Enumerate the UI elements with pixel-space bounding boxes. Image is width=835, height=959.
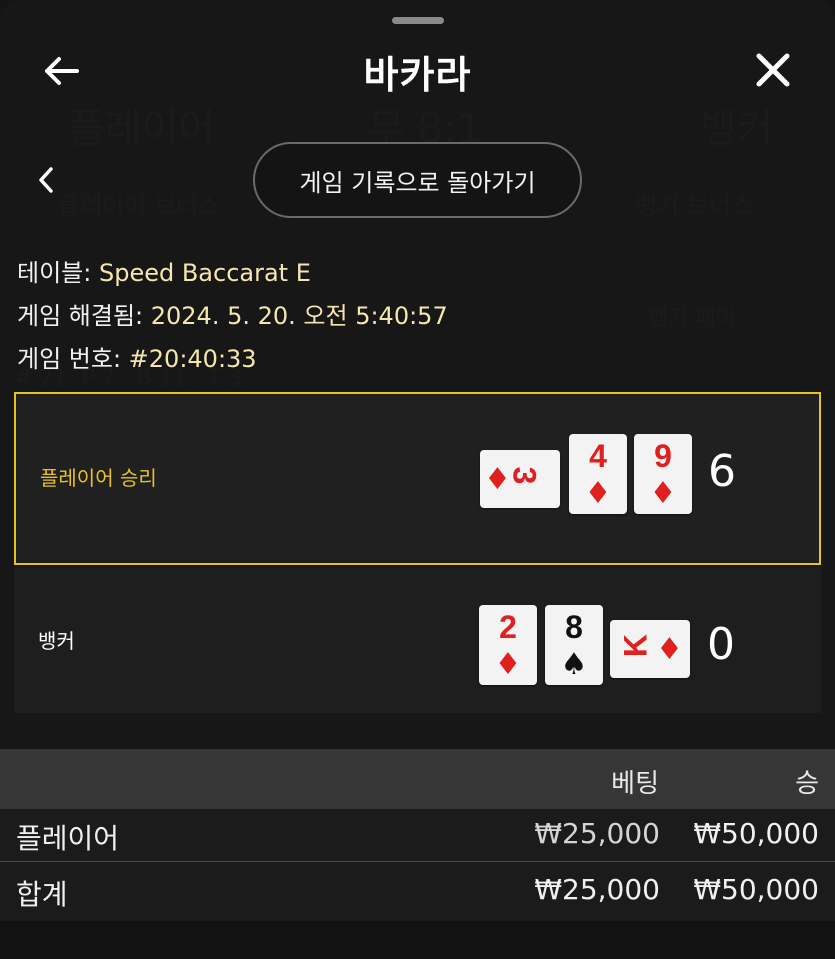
bet-amount: ₩25,000 <box>534 817 660 850</box>
total-row: 합계 ₩25,000 ₩50,000 <box>0 861 835 921</box>
player-card-1: ♦ 3 <box>480 450 560 508</box>
table-info-label: 테이블: <box>17 259 99 287</box>
player-result-row: 플레이어 승리 ♦ 3 4 ♦ 9 ♦ 6 <box>14 392 821 565</box>
game-number-label: 게임 번호: <box>17 345 129 373</box>
banker-score: 0 <box>707 619 735 670</box>
card-rank: 4 <box>589 438 607 474</box>
card-rank: 9 <box>654 438 672 474</box>
banker-card-1: 2 ♦ <box>479 605 537 685</box>
banker-label: 뱅커 <box>38 629 75 653</box>
card-rank: 8 <box>565 609 583 645</box>
game-number-value: #20:40:33 <box>128 345 257 373</box>
close-icon[interactable] <box>750 47 796 93</box>
card-suit: ♦ <box>656 632 683 667</box>
player-card-3: 9 ♦ <box>634 434 692 514</box>
card-suit: ♠ <box>560 647 588 682</box>
card-suit: ♦ <box>649 476 677 511</box>
bets-table-header: 베팅 승 <box>0 749 835 809</box>
page-title: 바카라 <box>363 53 472 97</box>
resolved-info-value: 2024. 5. 20. 오전 5:40:57 <box>150 302 448 330</box>
sheet-drag-handle[interactable] <box>392 17 444 24</box>
win-column-header: 승 <box>795 769 819 799</box>
game-result-sheet: 바카라 게임 기록으로 돌아가기 테이블: Speed Baccarat E 게… <box>0 0 835 959</box>
win-amount: ₩50,000 <box>693 817 819 850</box>
card-suit: ♦ <box>584 476 612 511</box>
resolved-info: 게임 해결됨: 2024. 5. 20. 오전 5:40:57 <box>17 296 448 331</box>
card-rank: K <box>617 633 654 658</box>
table-info-value: Speed Baccarat E <box>98 259 311 287</box>
back-to-history-button[interactable]: 게임 기록으로 돌아가기 <box>253 142 582 218</box>
table-row: 플레이어 ₩25,000 ₩50,000 <box>0 809 835 861</box>
table-info: 테이블: Speed Baccarat E <box>17 253 311 288</box>
bet-name: 플레이어 <box>16 822 120 855</box>
total-bet-amount: ₩25,000 <box>534 873 660 906</box>
player-card-2: 4 ♦ <box>569 434 627 514</box>
total-win-amount: ₩50,000 <box>693 873 819 906</box>
resolved-info-label: 게임 해결됨: <box>17 302 151 330</box>
card-rank: 2 <box>499 609 517 645</box>
bottom-area <box>0 921 835 959</box>
player-score: 6 <box>708 446 736 497</box>
banker-result-row: 뱅커 2 ♦ 8 ♠ K ♦ 0 <box>14 567 821 713</box>
chevron-left-icon[interactable] <box>30 162 62 198</box>
banker-card-2: 8 ♠ <box>545 605 603 685</box>
card-suit: ♦ <box>494 647 522 682</box>
player-win-label: 플레이어 승리 <box>40 466 157 490</box>
bet-column-header: 베팅 <box>611 769 659 799</box>
banker-card-3: K ♦ <box>610 620 690 678</box>
total-label: 합계 <box>16 878 68 911</box>
game-number-info: 게임 번호: #20:40:33 <box>17 339 257 374</box>
card-rank: 3 <box>506 466 543 485</box>
